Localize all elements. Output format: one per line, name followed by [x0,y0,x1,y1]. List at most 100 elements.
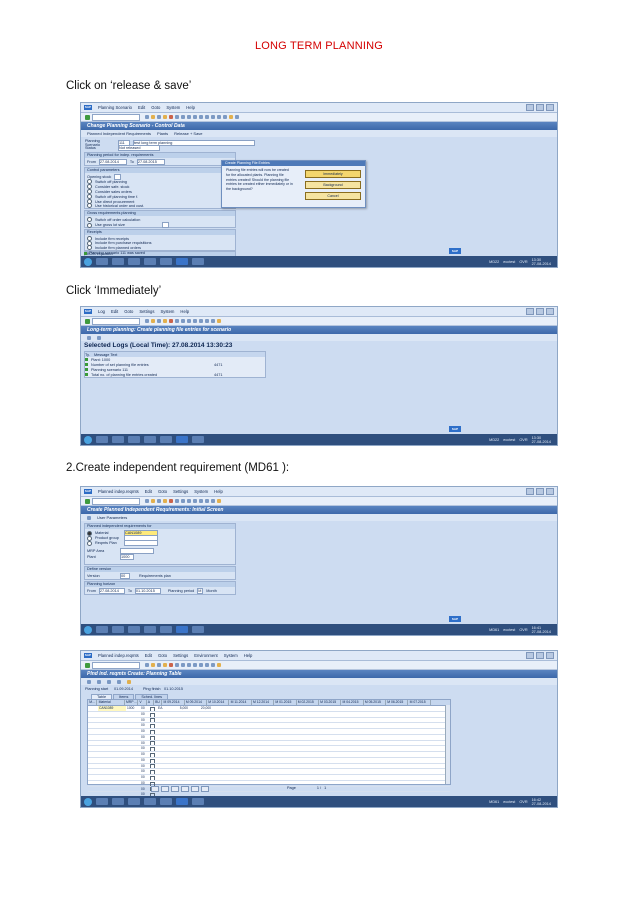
command-field[interactable] [92,497,140,505]
toolbar-icon[interactable] [127,679,131,684]
minimize-icon[interactable] [526,308,534,315]
taskbar-app-icon[interactable] [144,798,156,805]
cell-version[interactable]: 00 [140,729,149,734]
active-checkbox[interactable] [150,781,155,786]
back-nav-icon[interactable] [157,663,161,667]
new-session-icon[interactable] [217,115,221,119]
taskbar-app-icon[interactable] [128,258,140,265]
sap-menu-icon[interactable]: SAP [84,489,92,494]
taskbar-app-icon[interactable] [112,626,124,633]
last-page-icon[interactable] [211,115,215,119]
reqmts-plan-radio[interactable] [87,540,92,546]
start-button-icon[interactable] [84,257,92,266]
taskbar-app-icon[interactable] [160,626,172,633]
cell-version[interactable]: 00 [140,741,149,746]
taskbar-app-icon[interactable] [192,258,204,265]
active-checkbox[interactable] [150,752,155,757]
enter-icon[interactable] [85,662,90,668]
active-checkbox[interactable] [150,712,155,717]
immediately-button[interactable]: Immediately [305,170,361,178]
col-header[interactable]: M 02.2015 [297,700,319,705]
exit-icon[interactable] [163,499,167,503]
close-icon[interactable] [546,104,554,111]
back-nav-icon[interactable] [157,319,161,323]
minimize-icon[interactable] [526,652,534,659]
shortcut-icon[interactable] [223,115,227,119]
find-icon[interactable] [181,663,185,667]
sap-menu-icon[interactable]: SAP [84,309,92,314]
menu-environment[interactable]: Environment [194,653,218,658]
taskbar-app-icon[interactable] [128,436,140,443]
command-field[interactable] [92,317,140,325]
first-page-icon[interactable] [193,115,197,119]
print-icon[interactable] [175,319,179,323]
menu-goto[interactable]: Goto [151,105,160,110]
toolbar-icon[interactable] [117,679,121,684]
plants-button[interactable]: Plants [157,131,168,136]
background-button[interactable]: Background [305,181,361,189]
next-page-button[interactable] [191,786,199,792]
prev-page-icon[interactable] [199,499,203,503]
prev-page-icon[interactable] [199,663,203,667]
find-icon[interactable] [181,115,185,119]
col-header[interactable]: M 09.2014 [162,700,185,705]
menu-settings[interactable]: Settings [173,653,188,658]
taskbar-app-icon[interactable] [192,436,204,443]
back-nav-icon[interactable] [157,499,161,503]
active-checkbox[interactable] [150,741,155,746]
menu-system[interactable]: System [166,105,180,110]
col-header[interactable]: M 03.2015 [319,700,342,705]
close-icon[interactable] [546,308,554,315]
toolbar-icon[interactable] [107,679,111,684]
maximize-icon[interactable] [536,104,544,111]
cell-version[interactable]: 00 [140,718,149,723]
menu-settings[interactable]: Settings [173,489,188,494]
option-checkbox[interactable] [87,222,92,228]
cell-version[interactable]: 00 [140,712,149,717]
menu-help[interactable]: Help [244,653,253,658]
exit-icon[interactable] [163,319,167,323]
details-icon[interactable] [97,335,101,340]
enter-icon[interactable] [85,498,90,504]
prev-page-icon[interactable] [199,115,203,119]
to-input[interactable]: 27.08.2015 [136,159,165,165]
help-icon[interactable] [217,319,221,323]
menu-settings[interactable]: Settings [139,309,154,314]
print-icon[interactable] [175,499,179,503]
help-icon[interactable] [217,663,221,667]
col-header[interactable]: M 10.2014 [207,700,230,705]
active-checkbox[interactable] [150,747,155,751]
first-page-icon[interactable] [193,499,197,503]
col-header[interactable]: V [138,700,147,705]
cancel-icon[interactable] [169,115,173,119]
active-checkbox[interactable] [150,706,155,711]
taskbar-app-icon[interactable] [112,258,124,265]
prev-button[interactable] [171,786,179,792]
menu-system[interactable]: System [160,309,174,314]
col-header[interactable]: M 04.2015 [341,700,364,705]
option-checkbox[interactable] [87,203,92,208]
taskbar-app-icon[interactable] [112,798,124,805]
next-page-icon[interactable] [205,319,209,323]
active-checkbox[interactable] [150,775,155,780]
enter-icon[interactable] [85,114,90,120]
taskbar-app-icon[interactable] [96,798,108,805]
col-header[interactable]: M 01.2015 [274,700,297,705]
cell-version[interactable]: 00 [140,723,149,728]
prev-page-button[interactable] [161,786,169,792]
toolbar-icon[interactable] [97,679,101,684]
close-icon[interactable] [546,652,554,659]
back-nav-icon[interactable] [157,115,161,119]
menu-edit[interactable]: Edit [138,105,145,110]
menu-edit[interactable]: Edit [111,309,118,314]
col-header[interactable]: M 07.2015 [408,700,431,705]
last-page-icon[interactable] [211,663,215,667]
col-header[interactable]: MRP ... [125,700,139,705]
next-page-icon[interactable] [205,663,209,667]
refresh-icon[interactable] [87,335,91,340]
taskbar-app-icon[interactable] [112,436,124,443]
find-icon[interactable] [181,499,185,503]
maximize-icon[interactable] [536,488,544,495]
start-button-icon[interactable] [84,625,92,634]
toolbar-icon[interactable] [87,679,91,684]
